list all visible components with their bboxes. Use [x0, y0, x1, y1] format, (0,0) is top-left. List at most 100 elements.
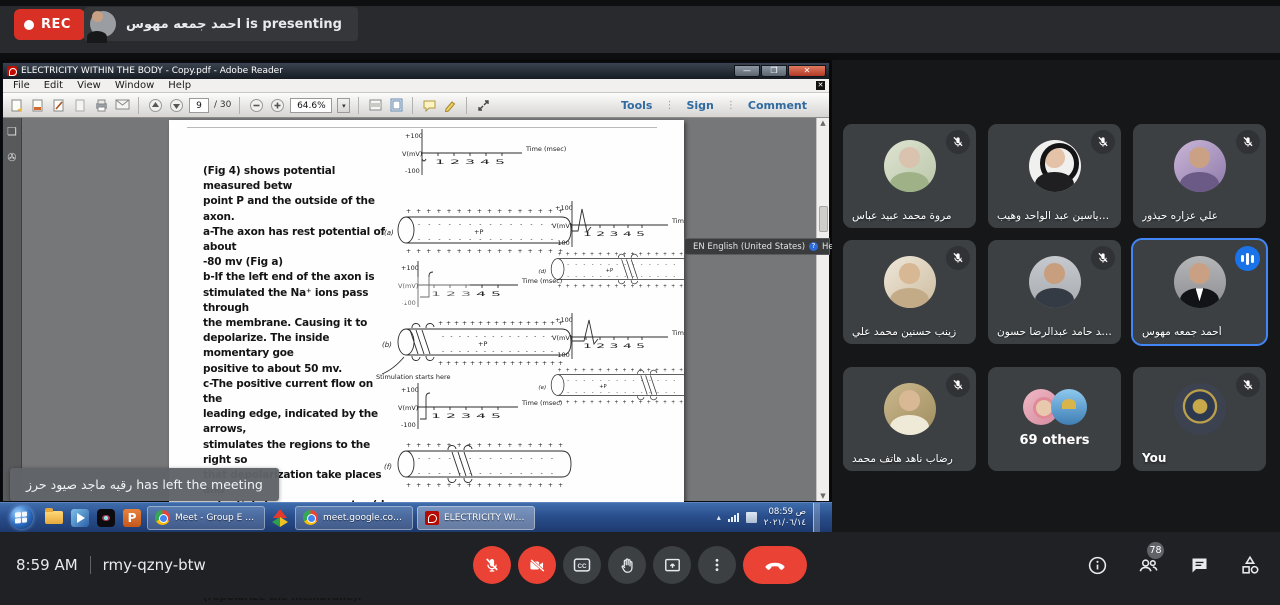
camera-app-icon[interactable] — [95, 507, 117, 529]
raise-hand-button[interactable] — [608, 546, 646, 584]
tools-link[interactable]: Tools — [613, 99, 660, 112]
next-page-icon[interactable] — [168, 97, 184, 113]
presenter-banner-label: احمد جمعه مهوس is presenting — [126, 17, 342, 32]
svg-text:+ + + + + + + + + + + + + + +: + + + + + + + + + + + + + + + + — [558, 367, 684, 373]
participant-tile[interactable]: مروة محمد عبيد عباس — [843, 124, 976, 228]
help-icon[interactable]: ? — [809, 242, 818, 251]
svg-text:(f): (f) — [384, 463, 392, 471]
close-button[interactable]: ✕ — [788, 65, 826, 77]
svg-text:-100: -100 — [405, 167, 420, 175]
menu-edit[interactable]: Edit — [38, 80, 69, 91]
network-signal-icon[interactable] — [728, 513, 739, 522]
scroll-down-icon[interactable]: ▼ — [820, 492, 825, 500]
maximize-button[interactable]: ❐ — [761, 65, 787, 77]
svg-text:+100: +100 — [401, 386, 419, 394]
page-thumbnails-icon[interactable]: ❏ — [6, 126, 18, 138]
mic-off-icon — [1091, 130, 1115, 154]
avatar — [884, 383, 936, 435]
language-label[interactable]: EN English (United States) — [693, 242, 805, 252]
menu-file[interactable]: File — [7, 80, 36, 91]
activities-button[interactable] — [1238, 553, 1262, 577]
menu-window[interactable]: Window — [109, 80, 160, 91]
zoom-level-input[interactable]: 64.6% — [290, 98, 332, 113]
open-file-icon[interactable] — [9, 97, 25, 113]
chat-button[interactable] — [1187, 553, 1211, 577]
axon-panel-a: (a) + + + + + + + + + + + + + + + + - - … — [384, 208, 571, 255]
participant-tile[interactable]: رضاب ناهد هاتف محمد — [843, 367, 976, 471]
action-center-flag-icon[interactable] — [746, 512, 757, 523]
participant-tile[interactable]: زينب حسنين محمد علي — [843, 240, 976, 344]
edit-document-icon[interactable] — [51, 97, 67, 113]
fullscreen-icon[interactable] — [475, 97, 491, 113]
powerpoint-icon[interactable]: P — [121, 507, 143, 529]
svg-text:CC: CC — [577, 563, 587, 570]
sign-link[interactable]: Sign — [678, 99, 721, 112]
presentation-share-area[interactable]: ELECTRICITY WITHIN THE BODY - Copy.pdf -… — [0, 60, 832, 532]
document-close-icon[interactable]: ✕ — [816, 81, 825, 90]
comment-link[interactable]: Comment — [740, 99, 815, 112]
taskbar-button-meet-google[interactable]: meet.google.com... — [295, 506, 413, 530]
menu-help[interactable]: Help — [162, 80, 197, 91]
tray-time: 08:59 ص — [769, 507, 806, 517]
speaking-indicator-icon — [1235, 246, 1260, 271]
captions-button[interactable]: CC — [563, 546, 601, 584]
participants-button[interactable]: 78 — [1136, 553, 1160, 577]
svg-text:(a): (a) — [384, 229, 394, 237]
comment-bubble-icon[interactable] — [421, 97, 437, 113]
meeting-details-button[interactable] — [1085, 553, 1109, 577]
file-explorer-icon[interactable] — [43, 507, 65, 529]
mic-toggle-button[interactable] — [473, 546, 511, 584]
you-tile[interactable]: You — [1133, 367, 1266, 471]
camera-toggle-button[interactable] — [518, 546, 556, 584]
end-call-button[interactable] — [743, 546, 807, 584]
save-icon[interactable] — [30, 97, 46, 113]
participant-name: رضاب ناهد هاتف محمد — [852, 453, 967, 465]
participant-tile[interactable]: تبارك ياسين عبد الواحد وهيب — [988, 124, 1121, 228]
svg-text:+ + + + + + + + + + + + + + +: + + + + + + + + + + + + + + + + — [406, 208, 564, 215]
present-button[interactable] — [653, 546, 691, 584]
present-screen-icon — [663, 556, 682, 575]
zoom-dropdown-icon[interactable]: ▾ — [337, 98, 350, 113]
participant-tile-active-speaker[interactable]: أحمد جمعه مهوس — [1133, 240, 1266, 344]
info-icon — [1087, 555, 1108, 576]
graph-resting: +100 V(mV) -100 1 2 3 4 5 Time (msec) — [402, 129, 566, 175]
zoom-out-icon[interactable] — [248, 97, 264, 113]
media-player-icon[interactable] — [69, 507, 91, 529]
more-options-button[interactable] — [698, 546, 736, 584]
tray-expand-icon[interactable]: ▴ — [717, 513, 721, 522]
pinwheel-app-icon[interactable] — [269, 507, 291, 529]
mic-off-icon — [946, 246, 970, 270]
left-meeting-toast: رقيه ماجد صيود حرز has left the meeting — [10, 468, 279, 501]
language-bar[interactable]: EN English (United States) ? Help ▴▾ — [684, 238, 830, 255]
axon-panel-b: (b) + + + + + + + + + + + + + + + + - - … — [376, 320, 571, 381]
attachments-icon[interactable]: ✇ — [6, 152, 18, 164]
others-tile[interactable]: 69 others — [988, 367, 1121, 471]
show-desktop-button[interactable] — [813, 503, 820, 533]
scrollbar-thumb[interactable] — [819, 206, 828, 232]
sign-pen-icon[interactable] — [442, 97, 458, 113]
previous-page-icon[interactable] — [147, 97, 163, 113]
graph-e: +100 V(mV) -100 1 2 3 4 5 Time (msec) — [552, 313, 684, 359]
svg-text:+ + + + + + + + + + + + + + +: + + + + + + + + + + + + + + + + — [406, 248, 564, 255]
taskbar-button-meet[interactable]: Meet - Group E - ... — [147, 506, 265, 530]
zoom-in-icon[interactable] — [269, 97, 285, 113]
menu-view[interactable]: View — [71, 80, 107, 91]
vertical-scrollbar[interactable]: ▲ ▼ — [816, 118, 829, 501]
svg-text:+P: +P — [474, 228, 483, 236]
scrolling-mode-icon[interactable] — [367, 97, 383, 113]
scroll-up-icon[interactable]: ▲ — [820, 119, 825, 127]
avatar — [884, 256, 936, 308]
fit-page-icon[interactable] — [388, 97, 404, 113]
email-icon[interactable] — [114, 97, 130, 113]
page-number-input[interactable]: 9 — [189, 98, 209, 113]
window-titlebar[interactable]: ELECTRICITY WITHIN THE BODY - Copy.pdf -… — [3, 63, 829, 79]
minimize-button[interactable]: — — [734, 65, 760, 77]
taskbar-button-pdf[interactable]: ELECTRICITY WIT... — [417, 506, 535, 530]
participant-tile[interactable]: علي عزاره حيذور — [1133, 124, 1266, 228]
document-icon[interactable] — [72, 97, 88, 113]
participant-tile[interactable]: أحمد حامد عبدالرضا حسون — [988, 240, 1121, 344]
start-button[interactable] — [10, 506, 33, 529]
tray-clock[interactable]: 08:59 ص ٢٠٢١/٠٦/١٤ — [764, 507, 806, 529]
print-icon[interactable] — [93, 97, 109, 113]
svg-text:+ + + + + + + + + + + + + + +: + + + + + + + + + + + + + + + + — [558, 283, 684, 289]
